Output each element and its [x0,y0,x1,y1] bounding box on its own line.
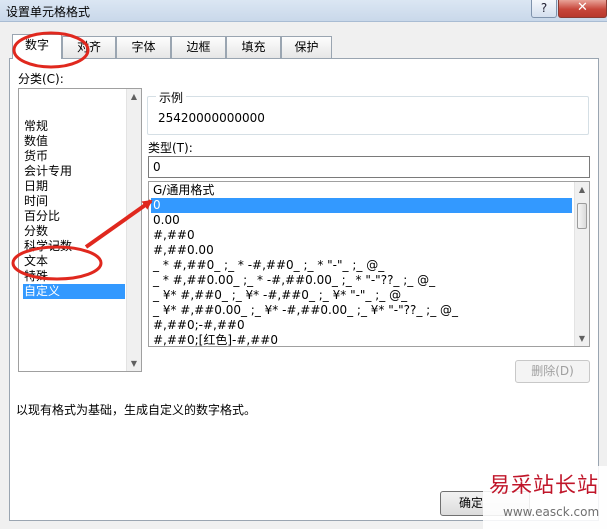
category-item-accounting[interactable]: 会计专用 [23,164,125,179]
tab-number[interactable]: 数字 [12,34,62,59]
description-text: 以现有格式为基础，生成自定义的数字格式。 [16,403,257,417]
scroll-down-arrow-icon[interactable]: ▼ [575,331,589,346]
category-item-number[interactable]: 数值 [23,134,125,149]
tab-fill[interactable]: 填充 [226,36,281,58]
format-item[interactable]: #,##0.00 [151,243,572,258]
format-scrollbar[interactable]: ▲ ▼ [574,182,589,346]
tab-alignment[interactable]: 对齐 [62,36,116,58]
category-item-custom[interactable]: 自定义 [23,284,125,299]
category-item-scientific[interactable]: 科学记数 [23,239,125,254]
watermark-site-name: 易采站长站 [489,473,599,497]
format-item[interactable]: #,##0 [151,228,572,243]
format-item[interactable]: _ ¥* #,##0_ ;_ ¥* -#,##0_ ;_ ¥* "-"_ ;_ … [151,288,572,303]
sample-value: 25420000000000 [158,111,265,125]
tab-font[interactable]: 字体 [116,36,171,58]
scroll-down-arrow-icon[interactable]: ▼ [127,356,141,371]
tab-protection[interactable]: 保护 [281,36,332,58]
watermark-url: www.easck.com [503,505,600,519]
category-item-special[interactable]: 特殊 [23,269,125,284]
title-bar: 设置单元格格式 ? ✕ [0,0,607,22]
window-title: 设置单元格格式 [6,5,91,19]
type-label: 类型(T): [148,141,193,155]
scroll-up-arrow-icon[interactable]: ▲ [575,182,589,197]
scroll-thumb[interactable] [577,203,587,229]
type-input[interactable]: 0 [148,156,590,178]
format-item[interactable]: _ * #,##0.00_ ;_ * -#,##0.00_ ;_ * "-"??… [151,273,572,288]
sample-group: 示例 25420000000000 [147,89,589,135]
category-item-general[interactable]: 常规 [23,119,125,134]
category-item-text[interactable]: 文本 [23,254,125,269]
tab-border[interactable]: 边框 [171,36,226,58]
sample-label: 示例 [156,89,187,106]
close-button[interactable]: ✕ [558,0,607,18]
category-list[interactable]: 常规 数值 货币 会计专用 日期 时间 百分比 分数 科学记数 文本 特殊 自定… [18,88,142,372]
help-button[interactable]: ? [531,0,557,18]
format-item-selected[interactable]: 0 [151,198,572,213]
category-item-date[interactable]: 日期 [23,179,125,194]
format-item[interactable]: #,##0;-#,##0 [151,318,572,333]
category-item-percentage[interactable]: 百分比 [23,209,125,224]
format-list[interactable]: G/通用格式 0 0.00 #,##0 #,##0.00 _ * #,##0_ … [148,181,590,347]
format-item[interactable]: 0.00 [151,213,572,228]
scroll-up-arrow-icon[interactable]: ▲ [127,89,141,104]
format-item[interactable]: _ ¥* #,##0.00_ ;_ ¥* -#,##0.00_ ;_ ¥* "-… [151,303,572,318]
format-item[interactable]: _ * #,##0_ ;_ * -#,##0_ ;_ * "-"_ ;_ @_ [151,258,572,273]
category-item-fraction[interactable]: 分数 [23,224,125,239]
category-label: 分类(C): [18,72,64,86]
category-item-time[interactable]: 时间 [23,194,125,209]
format-item[interactable]: G/通用格式 [151,183,572,198]
watermark: 易采站长站 www.easck.com [483,466,607,529]
category-scrollbar[interactable]: ▲ ▼ [126,89,141,371]
number-tab-panel: 分类(C): 常规 数值 货币 会计专用 日期 时间 百分比 分数 科学记数 文… [9,58,599,521]
category-item-currency[interactable]: 货币 [23,149,125,164]
format-item[interactable]: #,##0;[红色]-#,##0 [151,333,572,346]
delete-button[interactable]: 删除(D) [515,360,590,383]
